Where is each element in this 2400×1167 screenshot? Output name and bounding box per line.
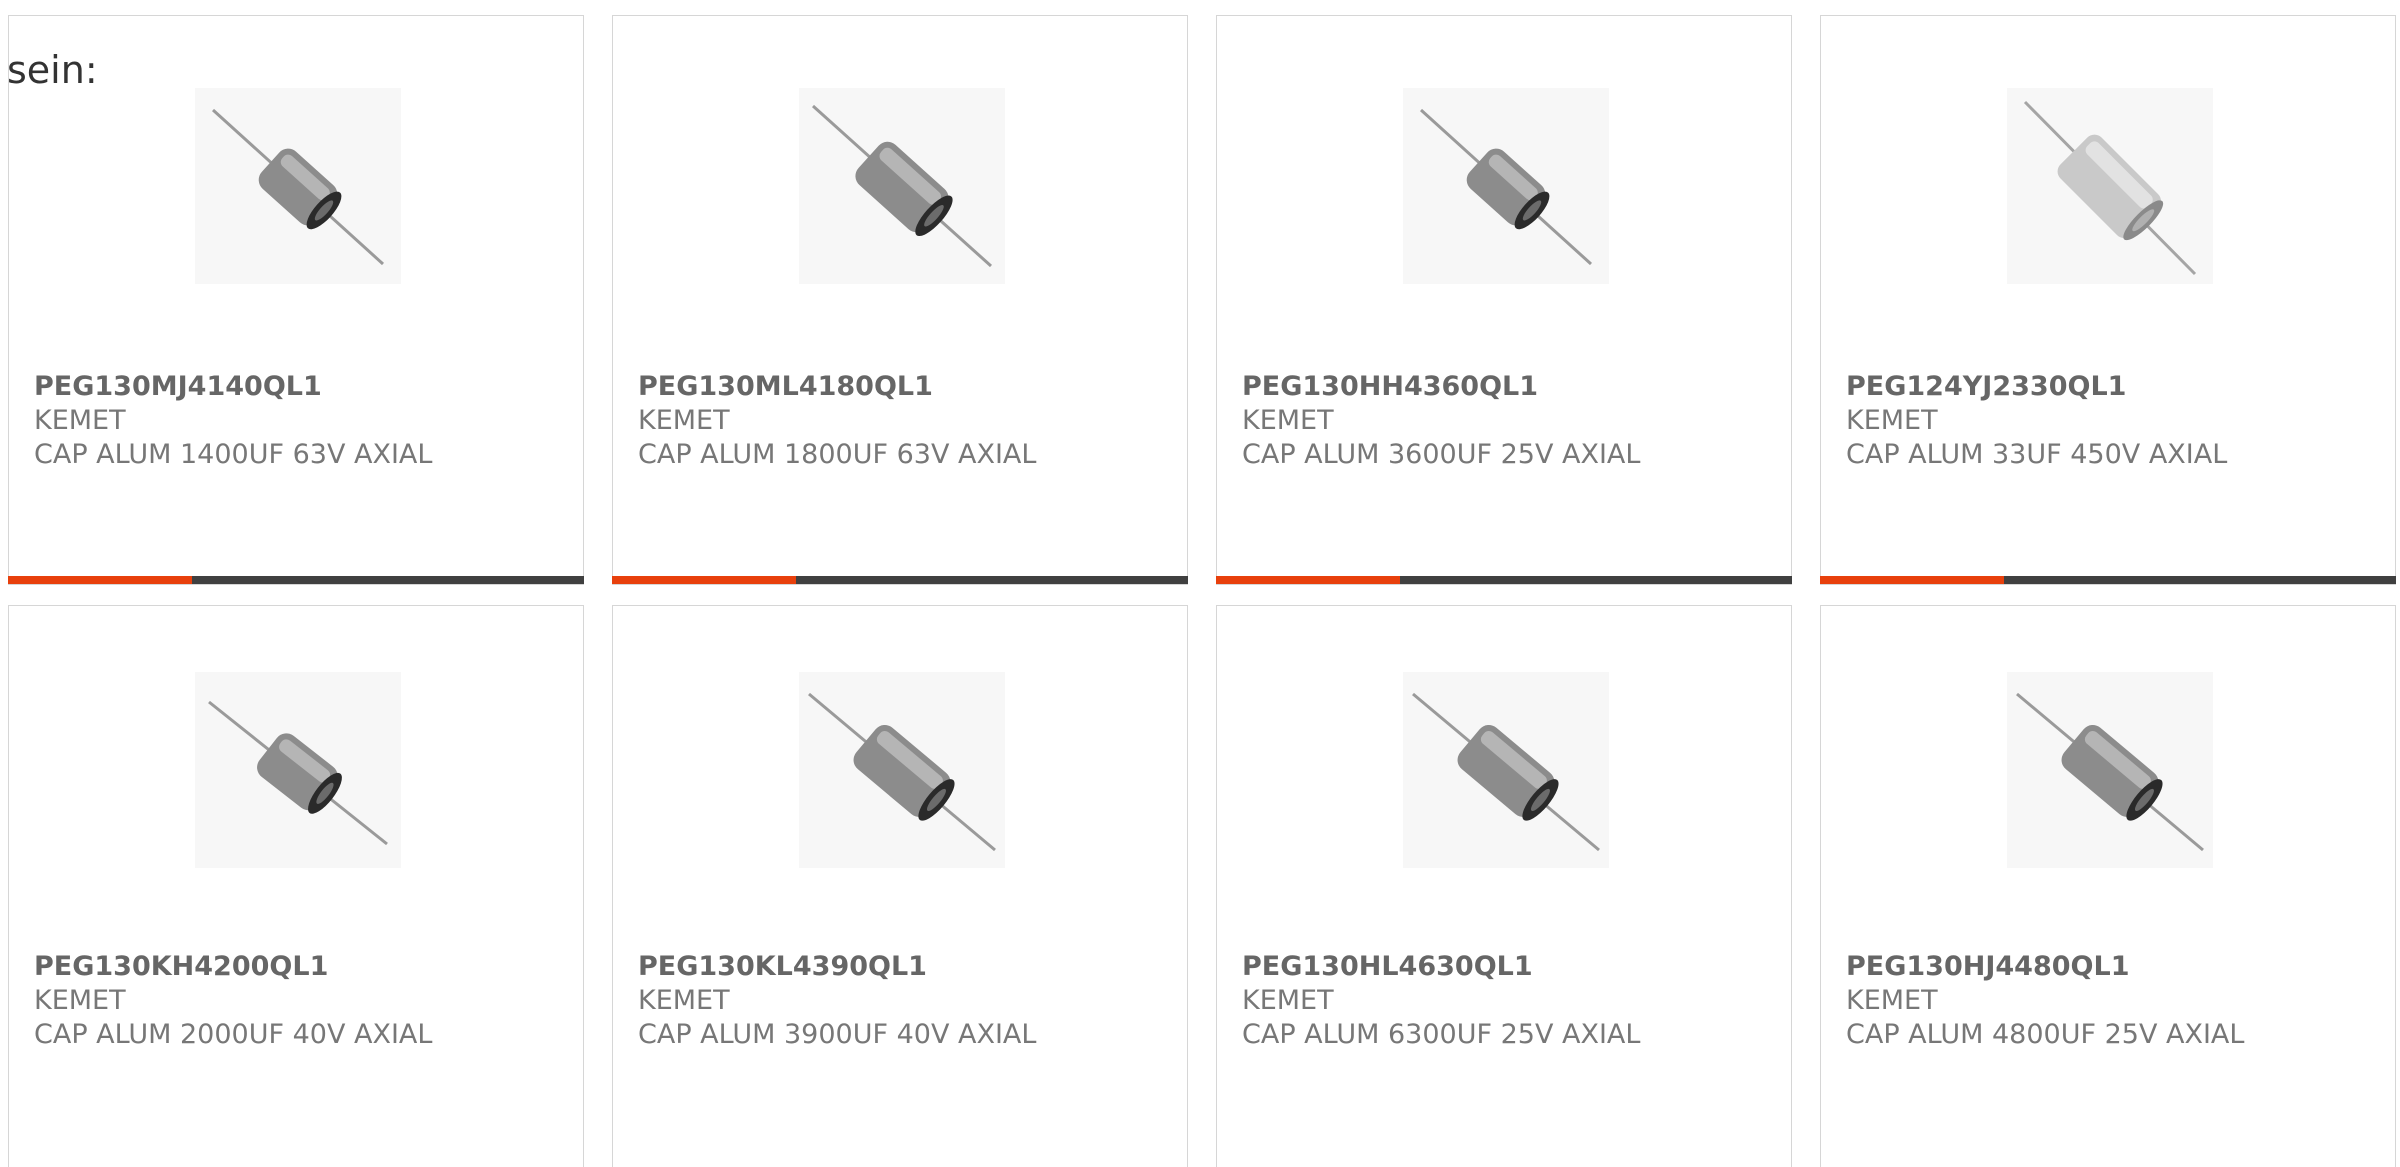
- part-number-link[interactable]: PEG130HH4360QL1: [1242, 370, 1779, 404]
- progress-fill: [1216, 576, 1401, 584]
- part-number-link[interactable]: PEG130ML4180QL1: [638, 370, 1175, 404]
- product-info: PEG130HH4360QL1 KEMET CAP ALUM 3600UF 25…: [1242, 370, 1779, 472]
- product-info: PEG130KH4200QL1 KEMET CAP ALUM 2000UF 40…: [34, 950, 571, 1052]
- description-label: CAP ALUM 2000UF 40V AXIAL: [34, 1019, 433, 1050]
- axial-capacitor-icon: [195, 672, 401, 868]
- product-info: PEG130ML4180QL1 KEMET CAP ALUM 1800UF 63…: [638, 370, 1175, 472]
- manufacturer-label: KEMET: [1242, 405, 1334, 436]
- manufacturer-label: KEMET: [638, 985, 730, 1016]
- axial-capacitor-icon: [1403, 88, 1609, 284]
- description-label: CAP ALUM 1400UF 63V AXIAL: [34, 439, 433, 470]
- product-card[interactable]: PEG130HJ4480QL1 KEMET CAP ALUM 4800UF 25…: [1820, 605, 2396, 1167]
- product-info: PEG130HJ4480QL1 KEMET CAP ALUM 4800UF 25…: [1846, 950, 2383, 1052]
- description-label: CAP ALUM 6300UF 25V AXIAL: [1242, 1019, 1641, 1050]
- product-info: PEG124YJ2330QL1 KEMET CAP ALUM 33UF 450V…: [1846, 370, 2383, 472]
- intro-text: sein:: [7, 48, 98, 92]
- product-card[interactable]: PEG130ML4180QL1 KEMET CAP ALUM 1800UF 63…: [612, 15, 1188, 585]
- description-label: CAP ALUM 3600UF 25V AXIAL: [1242, 439, 1641, 470]
- description-label: CAP ALUM 4800UF 25V AXIAL: [1846, 1019, 2245, 1050]
- part-number-link[interactable]: PEG124YJ2330QL1: [1846, 370, 2383, 404]
- progress-bar: [8, 576, 584, 584]
- part-number-link[interactable]: PEG130MJ4140QL1: [34, 370, 571, 404]
- progress-fill: [612, 576, 797, 584]
- product-card[interactable]: PEG130HH4360QL1 KEMET CAP ALUM 3600UF 25…: [1216, 15, 1792, 585]
- product-info: PEG130MJ4140QL1 KEMET CAP ALUM 1400UF 63…: [34, 370, 571, 472]
- progress-bar: [1216, 576, 1792, 584]
- axial-capacitor-icon: [1403, 672, 1609, 868]
- manufacturer-label: KEMET: [34, 985, 126, 1016]
- product-card[interactable]: PEG130HL4630QL1 KEMET CAP ALUM 6300UF 25…: [1216, 605, 1792, 1167]
- product-carousel-page: sein: PEG130MJ4140QL1 KEMET CAP ALUM 140…: [0, 0, 2400, 1167]
- axial-capacitor-icon: [799, 88, 1005, 284]
- progress-bar: [612, 576, 1188, 584]
- manufacturer-label: KEMET: [1846, 405, 1938, 436]
- product-card[interactable]: PEG130KL4390QL1 KEMET CAP ALUM 3900UF 40…: [612, 605, 1188, 1167]
- part-number-link[interactable]: PEG130HJ4480QL1: [1846, 950, 2383, 984]
- manufacturer-label: KEMET: [1242, 985, 1334, 1016]
- progress-bar: [1820, 576, 2396, 584]
- manufacturer-label: KEMET: [1846, 985, 1938, 1016]
- manufacturer-label: KEMET: [34, 405, 126, 436]
- axial-capacitor-icon: [195, 88, 401, 284]
- product-card[interactable]: PEG130MJ4140QL1 KEMET CAP ALUM 1400UF 63…: [8, 15, 584, 585]
- axial-capacitor-icon: [2007, 672, 2213, 868]
- part-number-link[interactable]: PEG130HL4630QL1: [1242, 950, 1779, 984]
- product-card[interactable]: PEG130KH4200QL1 KEMET CAP ALUM 2000UF 40…: [8, 605, 584, 1167]
- description-label: CAP ALUM 33UF 450V AXIAL: [1846, 439, 2228, 470]
- axial-capacitor-icon: [799, 672, 1005, 868]
- part-number-link[interactable]: PEG130KL4390QL1: [638, 950, 1175, 984]
- product-info: PEG130HL4630QL1 KEMET CAP ALUM 6300UF 25…: [1242, 950, 1779, 1052]
- part-number-link[interactable]: PEG130KH4200QL1: [34, 950, 571, 984]
- progress-fill: [1820, 576, 2005, 584]
- manufacturer-label: KEMET: [638, 405, 730, 436]
- product-card[interactable]: PEG124YJ2330QL1 KEMET CAP ALUM 33UF 450V…: [1820, 15, 2396, 585]
- progress-fill: [8, 576, 193, 584]
- product-info: PEG130KL4390QL1 KEMET CAP ALUM 3900UF 40…: [638, 950, 1175, 1052]
- description-label: CAP ALUM 1800UF 63V AXIAL: [638, 439, 1037, 470]
- axial-capacitor-icon: [2007, 88, 2213, 284]
- description-label: CAP ALUM 3900UF 40V AXIAL: [638, 1019, 1037, 1050]
